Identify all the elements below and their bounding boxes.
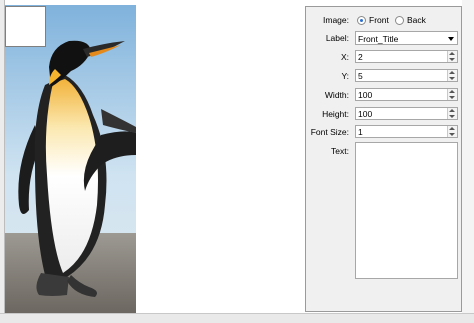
- y-label: Y:: [341, 71, 349, 81]
- height-increment-icon[interactable]: [449, 109, 455, 112]
- window-right-edge: [462, 0, 474, 322]
- width-value[interactable]: 100: [358, 90, 372, 100]
- properties-panel: Image: Front Back Label: Front_Title X: …: [305, 6, 462, 312]
- penguin-photo: [5, 5, 136, 313]
- y-increment-icon[interactable]: [449, 71, 455, 74]
- font-size-value[interactable]: 1: [358, 127, 363, 137]
- height-label: Height:: [322, 109, 349, 119]
- radio-back[interactable]: [395, 16, 404, 25]
- image-label: Image:: [323, 15, 349, 25]
- width-decrement-icon[interactable]: [449, 96, 455, 99]
- width-stepper[interactable]: 100: [355, 88, 458, 101]
- font-size-label: Font Size:: [310, 127, 349, 137]
- x-increment-icon[interactable]: [449, 52, 455, 55]
- font-size-increment-icon[interactable]: [449, 127, 455, 130]
- width-label: Width:: [324, 90, 349, 100]
- width-increment-icon[interactable]: [449, 90, 455, 93]
- x-label: X:: [340, 52, 349, 62]
- radio-back-label[interactable]: Back: [407, 15, 426, 25]
- font-size-stepper[interactable]: 1: [355, 125, 458, 138]
- text-input[interactable]: [355, 142, 458, 279]
- x-stepper[interactable]: 2: [355, 50, 458, 63]
- y-decrement-icon[interactable]: [449, 77, 455, 80]
- label-field-label: Label:: [325, 33, 349, 43]
- label-position-marker[interactable]: [5, 6, 46, 47]
- label-dropdown[interactable]: Front_Title: [355, 31, 458, 45]
- radio-front[interactable]: [357, 16, 366, 25]
- x-value[interactable]: 2: [358, 52, 363, 62]
- radio-front-label[interactable]: Front: [369, 15, 389, 25]
- height-decrement-icon[interactable]: [449, 115, 455, 118]
- label-dropdown-value: Front_Title: [358, 34, 399, 44]
- y-stepper[interactable]: 5: [355, 69, 458, 82]
- height-stepper[interactable]: 100: [355, 107, 458, 120]
- chevron-down-icon[interactable]: [448, 37, 454, 41]
- height-value[interactable]: 100: [358, 109, 372, 119]
- x-decrement-icon[interactable]: [449, 58, 455, 61]
- y-value[interactable]: 5: [358, 71, 363, 81]
- font-size-decrement-icon[interactable]: [449, 133, 455, 136]
- text-label: Text:: [331, 146, 349, 156]
- card-preview-canvas[interactable]: [5, 5, 305, 313]
- penguin-image: [5, 5, 136, 313]
